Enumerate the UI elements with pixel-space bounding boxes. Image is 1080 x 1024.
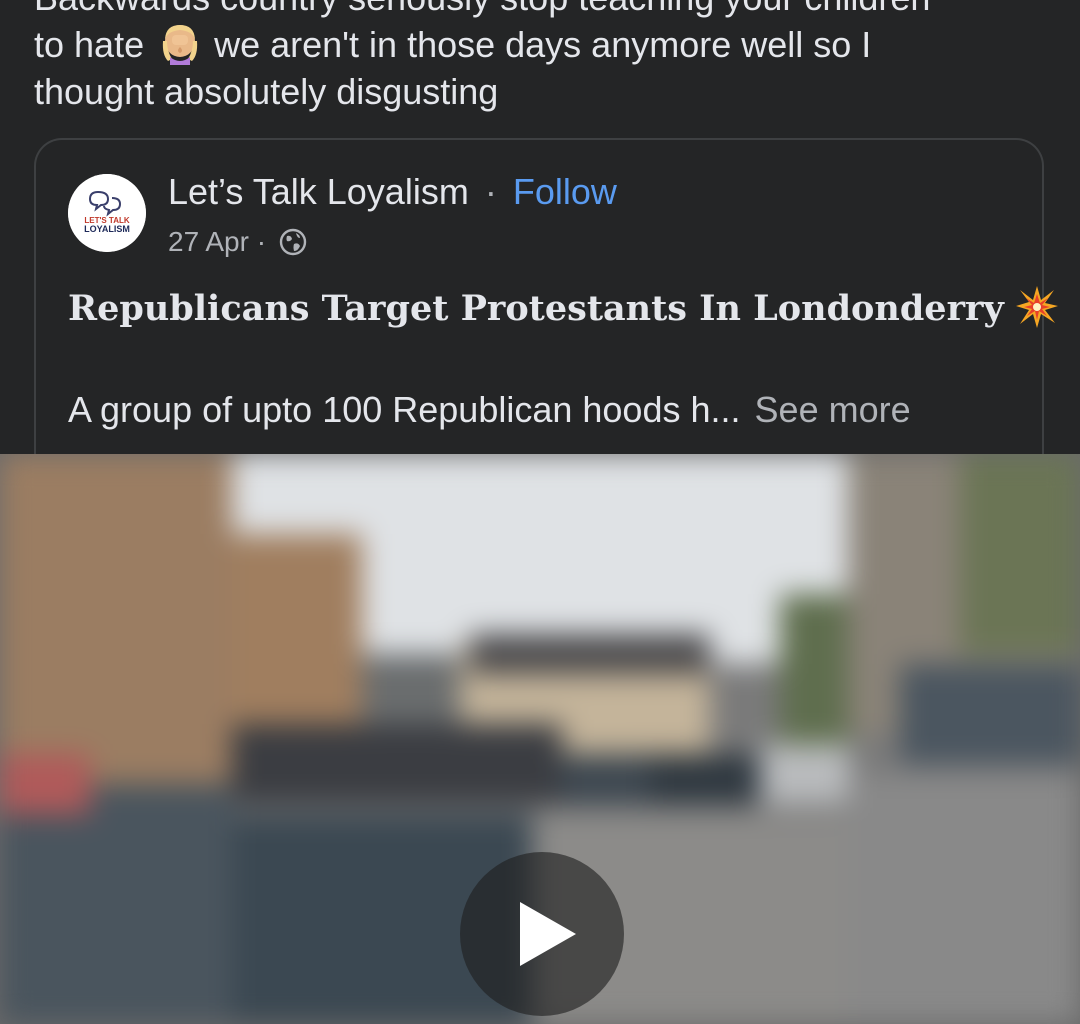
avatar-text-2: LOYALISM [84,224,130,234]
post-message: Backwards country seriously stop teachin… [34,0,1064,115]
headline-text: Republicans Target Protestants In London… [68,288,1004,329]
page-logo-icon: LET'S TALK LOYALISM [68,174,146,252]
collision-emoji-icon [1015,286,1058,328]
post-message-line-2b: we aren't in those days anymore well so … [214,24,872,65]
page-name-row: Let’s Talk Loyalism · Follow [168,170,617,214]
post-date[interactable]: 27 Apr [168,226,249,257]
video-player[interactable] [0,454,1080,1024]
meta-separator: · [256,226,267,257]
shared-post-card[interactable]: LET'S TALK LOYALISM Let’s Talk Loyalism … [34,138,1058,468]
play-icon [520,902,576,966]
separator-dot: · [484,171,497,212]
shared-post-headline: Republicans Target Protestants In London… [68,284,1060,332]
play-button[interactable] [460,852,624,1016]
facepalm-emoji-icon [162,25,198,65]
see-more-link[interactable]: See more [755,389,911,430]
page-name-link[interactable]: Let’s Talk Loyalism [168,171,469,212]
globe-icon [279,228,307,256]
shared-post-excerpt: A group of upto 100 Republican hoods h..… [68,388,911,432]
page-avatar[interactable]: LET'S TALK LOYALISM [68,174,146,252]
post-message-line-3: thought absolutely disgusting [34,71,499,112]
post-message-line-2: to hate we aren't in those days anymore … [34,21,1064,68]
follow-button[interactable]: Follow [513,171,617,212]
post-meta: 27 Apr · [168,224,308,260]
excerpt-text: A group of upto 100 Republican hoods h..… [68,389,741,430]
post-message-line-1: Backwards country seriously stop teachin… [34,0,1064,21]
post-message-line-2a: to hate [34,24,145,65]
